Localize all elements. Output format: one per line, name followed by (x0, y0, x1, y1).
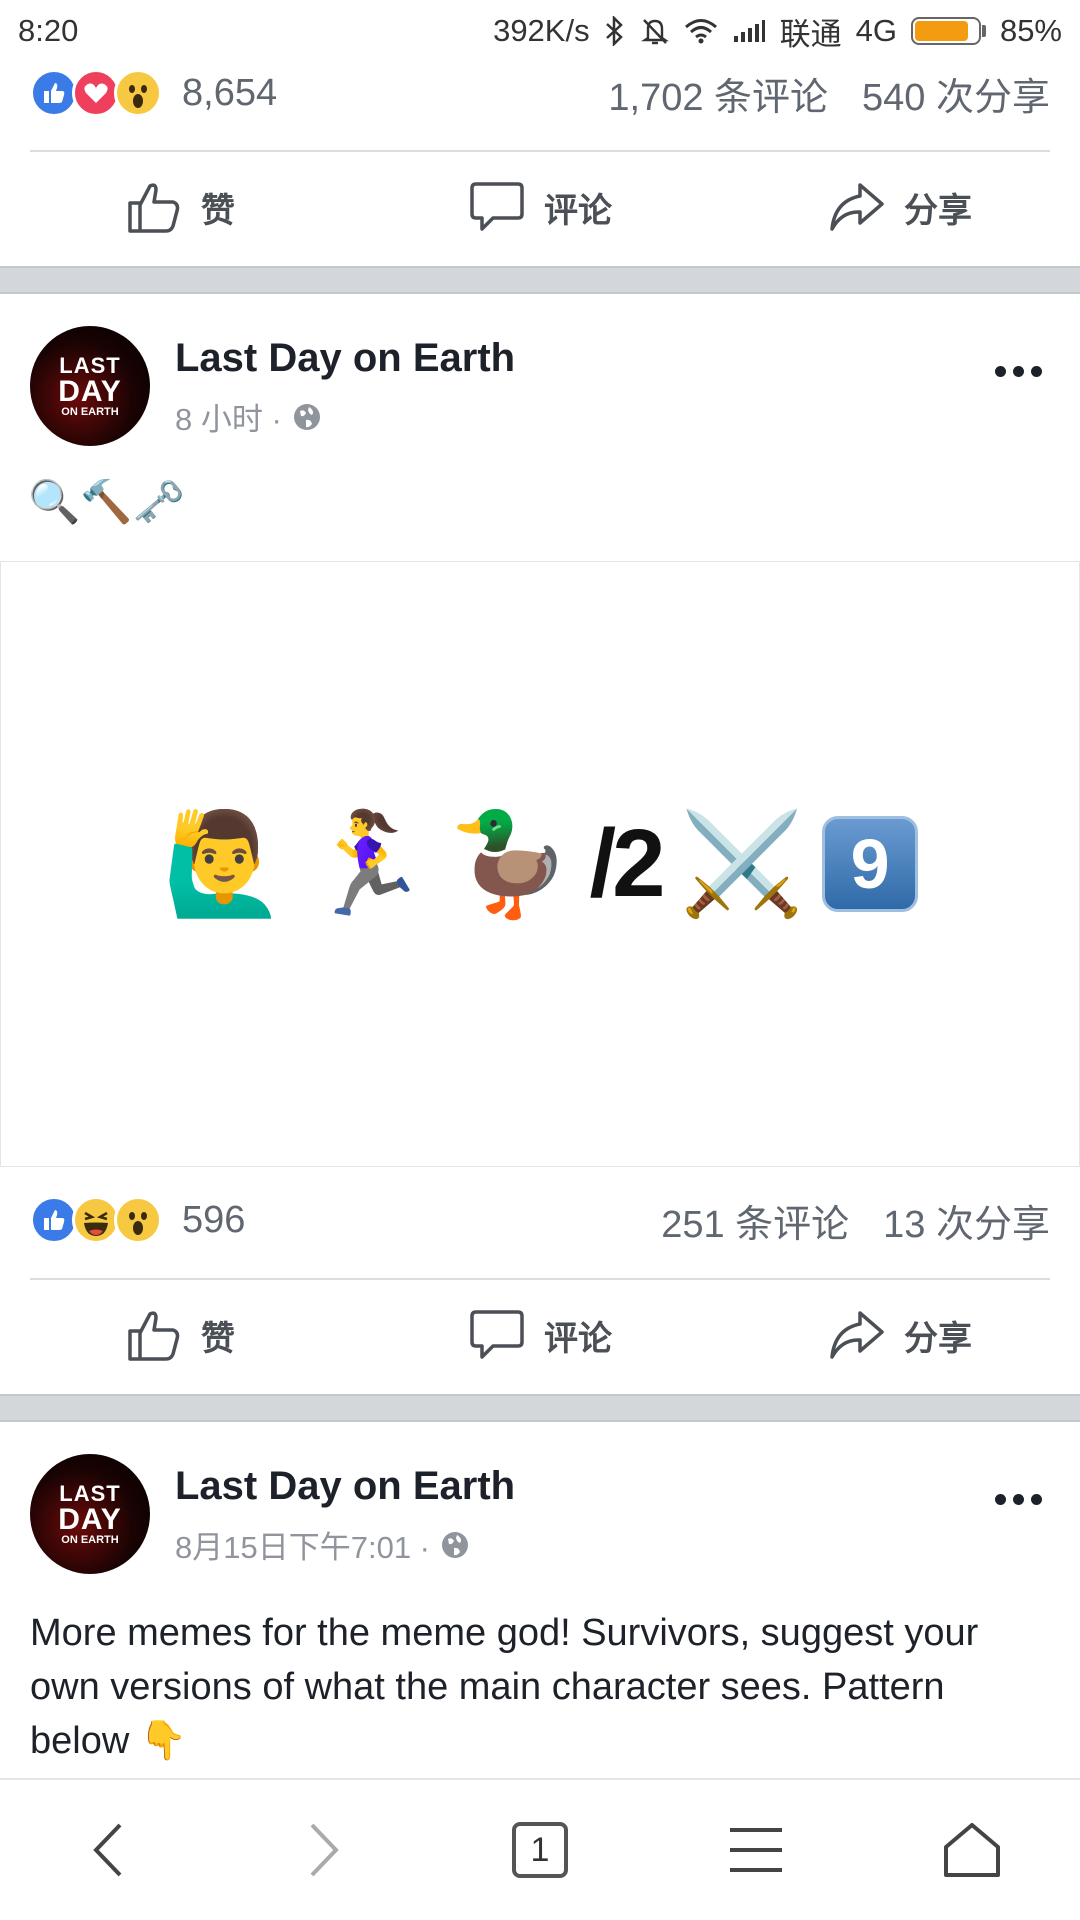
share-label: 分享 (904, 191, 972, 230)
thumbs-up-icon (128, 1311, 180, 1361)
share-count-link[interactable]: 540 次分享 (862, 66, 1050, 121)
avatar-logo: LAST DAY ON EARTH (58, 1480, 122, 1546)
tabs-icon: 1 (512, 1822, 568, 1878)
share-label: 分享 (904, 1319, 972, 1358)
tabs-button[interactable]: 1 (432, 1822, 648, 1878)
post2-text: 🔍🔨🗝️ (28, 478, 185, 525)
post-timestamp[interactable]: 8 小时 · (175, 394, 322, 439)
post3-header: LAST DAY ON EARTH Last Day on Earth 8月15… (30, 1454, 1050, 1578)
page-name-link[interactable]: Last Day on Earth (175, 336, 515, 381)
share-button[interactable]: 分享 (720, 1280, 1080, 1390)
more-options-button[interactable] (995, 366, 1042, 377)
back-button[interactable] (0, 1820, 216, 1880)
post2-reaction-summary[interactable]: 596 251 条评论 13 次分享 (30, 1184, 1050, 1256)
chevron-right-icon (310, 1823, 339, 1877)
avatar-logo: LAST DAY ON EARTH (58, 352, 122, 418)
wow-icon (114, 69, 162, 117)
forward-button[interactable] (216, 1820, 432, 1880)
man-raising-hand-emoji: 🙋‍♂️ (161, 807, 287, 920)
comment-bubble-icon (470, 1310, 524, 1359)
browser-bottom-nav: 1 (0, 1778, 1080, 1920)
like-button[interactable]: 赞 (0, 1280, 360, 1390)
crossed-swords-emoji: ⚔️ (679, 807, 805, 920)
post-timestamp[interactable]: 8月15日下午7:01 · (175, 1522, 470, 1567)
comment-count-link[interactable]: 1,702 条评论 (608, 66, 828, 121)
post1-action-bar: 赞 评论 分享 (0, 152, 1080, 262)
hamburger-menu-icon (730, 1828, 782, 1872)
network-type: 4G (855, 13, 897, 48)
comment-label: 评论 (544, 1319, 612, 1358)
reaction-icons (30, 69, 162, 117)
post2-image[interactable]: 🙋‍♂️ 🏃‍♀️ 🦆 /2 ⚔️ 9 (0, 561, 1080, 1167)
post1-reaction-summary[interactable]: 8,654 1,702 条评论 540 次分享 (30, 57, 1050, 129)
page-avatar[interactable]: LAST DAY ON EARTH (30, 326, 150, 446)
bluetooth-icon (604, 16, 626, 46)
comment-bubble-icon (470, 182, 524, 231)
like-icon (30, 69, 78, 117)
globe-icon (293, 403, 320, 430)
love-icon (72, 69, 120, 117)
home-button[interactable] (864, 1821, 1080, 1879)
home-icon (944, 1823, 1000, 1877)
thumbs-up-icon (128, 183, 180, 233)
page-avatar[interactable]: LAST DAY ON EARTH (30, 1454, 150, 1574)
keycap-nine-emoji: 9 (822, 816, 919, 912)
status-bar: 8:20 392K/s 联通 4G 85% (0, 0, 1080, 62)
reaction-count: 596 (182, 1198, 246, 1241)
battery-icon (910, 17, 986, 45)
comment-button[interactable]: 评论 (360, 152, 720, 262)
comment-count-link[interactable]: 251 条评论 (661, 1193, 849, 1248)
post3-text: More memes for the meme god! Survivors, … (30, 1612, 979, 1762)
duck-emoji: 🦆 (446, 807, 572, 920)
image-text: /2 (589, 810, 665, 917)
menu-button[interactable] (648, 1826, 864, 1874)
reaction-icons (30, 1196, 162, 1244)
woman-running-emoji: 🏃‍♀️ (304, 807, 429, 920)
wow-icon (114, 1196, 162, 1244)
mute-bell-icon (640, 16, 670, 46)
feed-separator (0, 266, 1080, 294)
post2-header: LAST DAY ON EARTH Last Day on Earth 8 小时… (30, 326, 1050, 450)
feed-separator (0, 1394, 1080, 1422)
page-name-link[interactable]: Last Day on Earth (175, 1464, 515, 1509)
share-count-link[interactable]: 13 次分享 (883, 1193, 1050, 1248)
haha-icon (72, 1196, 120, 1244)
like-icon (30, 1196, 78, 1244)
post2-action-bar: 赞 评论 分享 (0, 1280, 1080, 1390)
share-arrow-icon (830, 1311, 884, 1359)
net-speed: 392K/s (493, 13, 590, 48)
like-label: 赞 (201, 1319, 235, 1358)
carrier-name: 联通 (779, 16, 842, 52)
signal-icon (732, 18, 766, 44)
more-options-button[interactable] (995, 1494, 1042, 1505)
globe-icon (442, 1531, 468, 1558)
comment-button[interactable]: 评论 (360, 1280, 720, 1390)
share-arrow-icon (830, 183, 884, 231)
reaction-count: 8,654 (182, 71, 278, 114)
image-emoji-rebus: 🙋‍♂️ 🏃‍♀️ 🦆 /2 ⚔️ 9 (161, 806, 919, 923)
tab-count: 1 (530, 1830, 550, 1869)
like-button[interactable]: 赞 (0, 152, 360, 262)
battery-percent: 85% (999, 13, 1062, 48)
chevron-left-icon (93, 1823, 122, 1877)
share-button[interactable]: 分享 (720, 152, 1080, 262)
like-label: 赞 (201, 191, 235, 230)
wifi-icon (684, 17, 718, 45)
comment-label: 评论 (544, 191, 612, 230)
status-time: 8:20 (18, 13, 79, 48)
